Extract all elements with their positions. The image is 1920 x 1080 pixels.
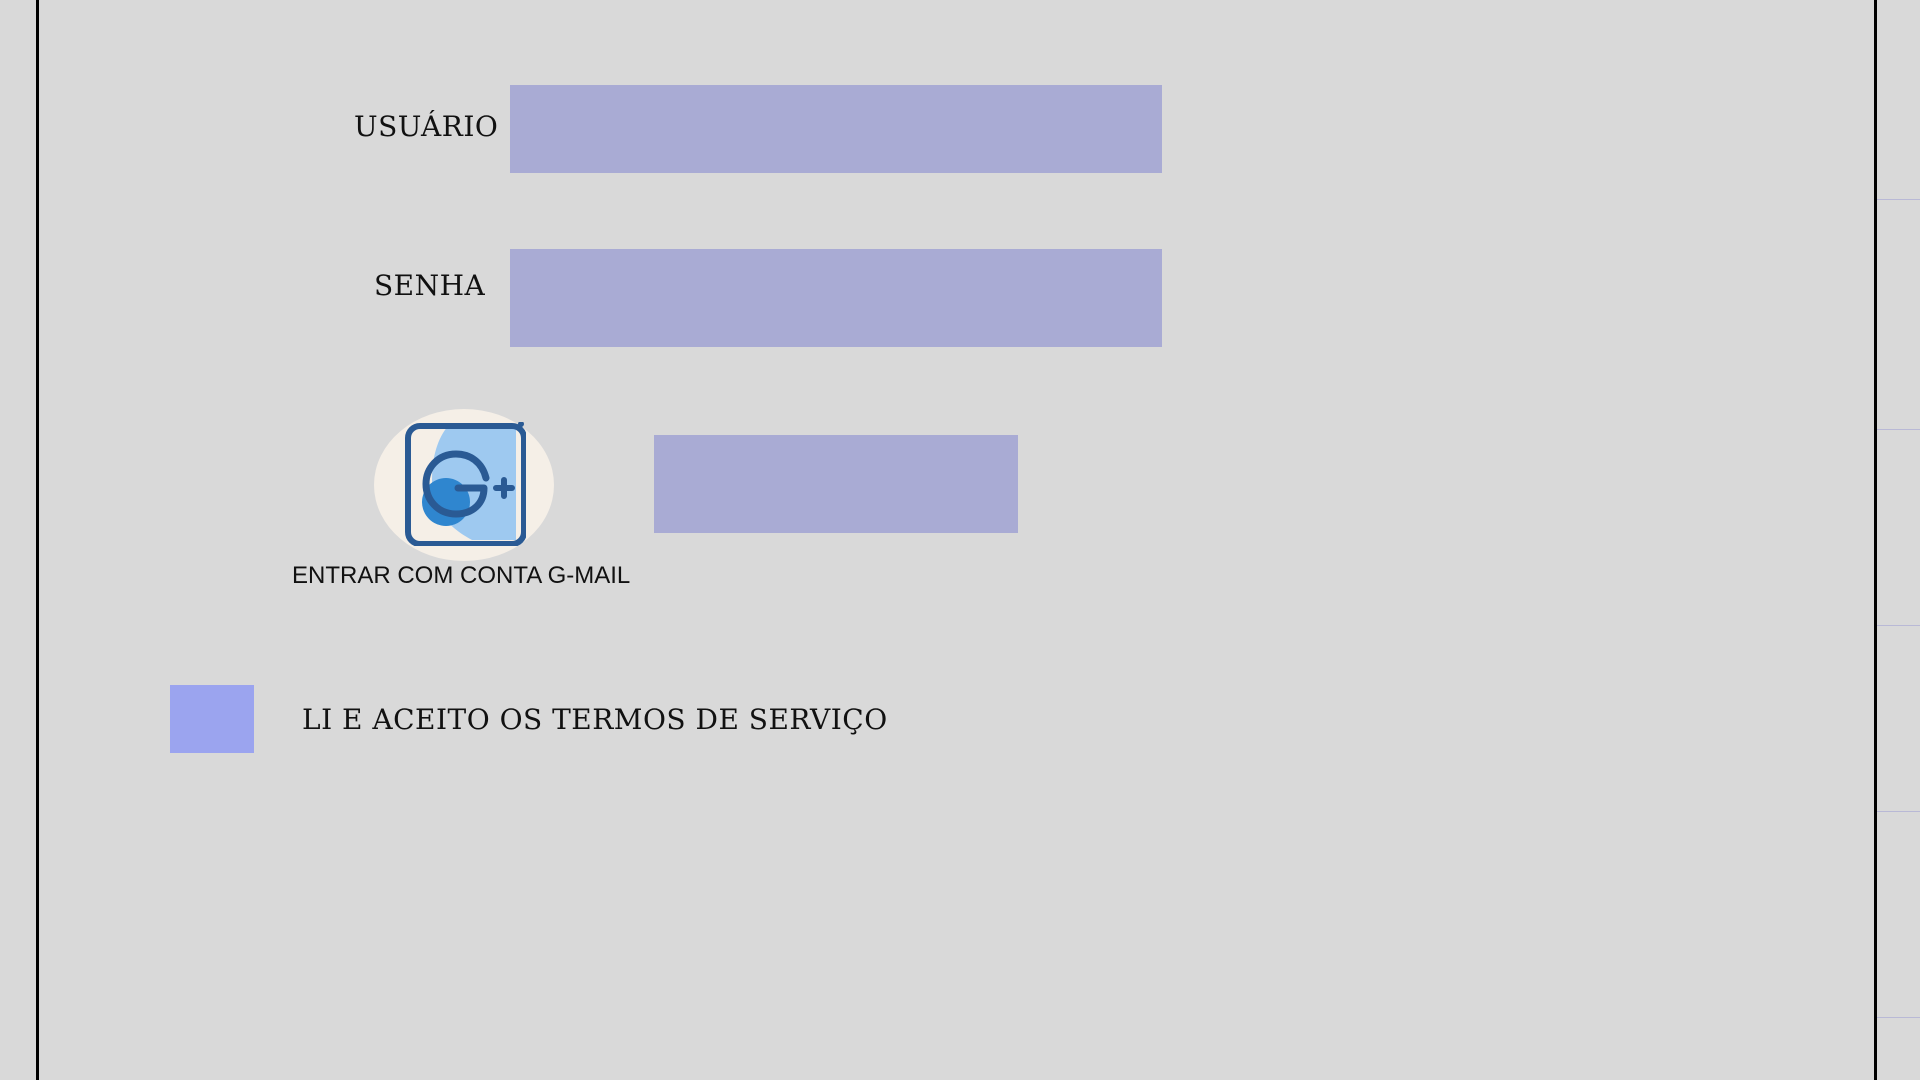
side-divider <box>1877 811 1920 812</box>
login-submit-button[interactable] <box>654 435 1018 533</box>
side-divider <box>1877 1017 1920 1018</box>
terms-checkbox[interactable] <box>170 685 254 753</box>
google-login-button[interactable] <box>374 409 554 561</box>
username-input[interactable] <box>510 85 1162 173</box>
terms-label[interactable]: LI E ACEITO OS TERMOS DE SERVIÇO <box>302 703 888 736</box>
password-input[interactable] <box>510 249 1162 347</box>
google-plus-icon <box>405 422 526 546</box>
username-label: USUÁRIO <box>354 110 499 143</box>
side-divider <box>1877 199 1920 200</box>
frame-right-border <box>1874 0 1877 1080</box>
frame-left-border <box>36 0 39 1080</box>
google-login-label: ENTRAR COM CONTA G-MAIL <box>292 562 631 589</box>
side-divider <box>1877 429 1920 430</box>
password-label: SENHA <box>374 269 486 302</box>
side-divider <box>1877 625 1920 626</box>
login-screen: USUÁRIO SENHA ENTRAR COM CONTA G-MAIL LI… <box>0 0 1920 1080</box>
